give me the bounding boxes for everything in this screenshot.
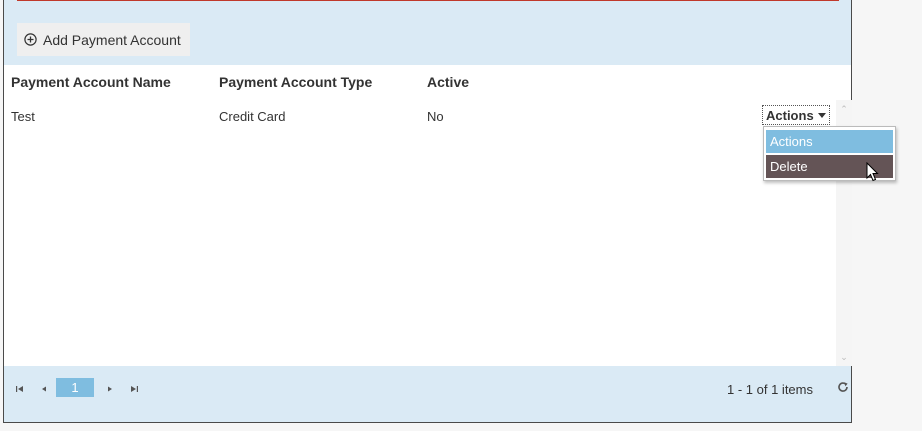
plus-circle-icon	[24, 33, 37, 46]
add-payment-account-label: Add Payment Account	[43, 31, 181, 48]
table-row[interactable]: Test Credit Card No	[4, 100, 851, 130]
menu-item-actions[interactable]: Actions	[766, 130, 893, 153]
column-header-name[interactable]: Payment Account Name	[11, 74, 171, 90]
mouse-cursor-icon	[866, 161, 880, 184]
column-header-active[interactable]: Active	[427, 74, 469, 90]
refresh-icon[interactable]	[837, 380, 849, 396]
scroll-down-icon[interactable]: ⌄	[839, 352, 849, 362]
next-page-icon[interactable]	[105, 384, 115, 394]
grid-header: Payment Account Name Payment Account Typ…	[4, 65, 851, 99]
add-payment-account-button[interactable]: Add Payment Account	[17, 23, 190, 56]
current-page-button[interactable]: 1	[56, 378, 94, 397]
cell-account-name: Test	[11, 109, 35, 124]
toolbar: Add Payment Account	[4, 0, 851, 65]
caret-down-icon	[817, 112, 826, 118]
grid-pager: 1 1 - 1 of 1 items	[4, 366, 851, 422]
top-divider	[17, 0, 839, 1]
cell-active: No	[427, 109, 444, 124]
cell-account-type: Credit Card	[219, 109, 286, 124]
actions-label: Actions	[766, 107, 814, 123]
items-count-info: 1 - 1 of 1 items	[727, 382, 813, 397]
actions-dropdown-button[interactable]: Actions	[762, 105, 830, 125]
first-page-icon[interactable]	[15, 384, 25, 394]
prev-page-icon[interactable]	[39, 384, 49, 394]
last-page-icon[interactable]	[129, 384, 139, 394]
column-header-type[interactable]: Payment Account Type	[219, 74, 372, 90]
scroll-up-icon[interactable]: ⌃	[839, 104, 849, 114]
payment-accounts-panel: Add Payment Account Payment Account Name…	[3, 0, 852, 423]
